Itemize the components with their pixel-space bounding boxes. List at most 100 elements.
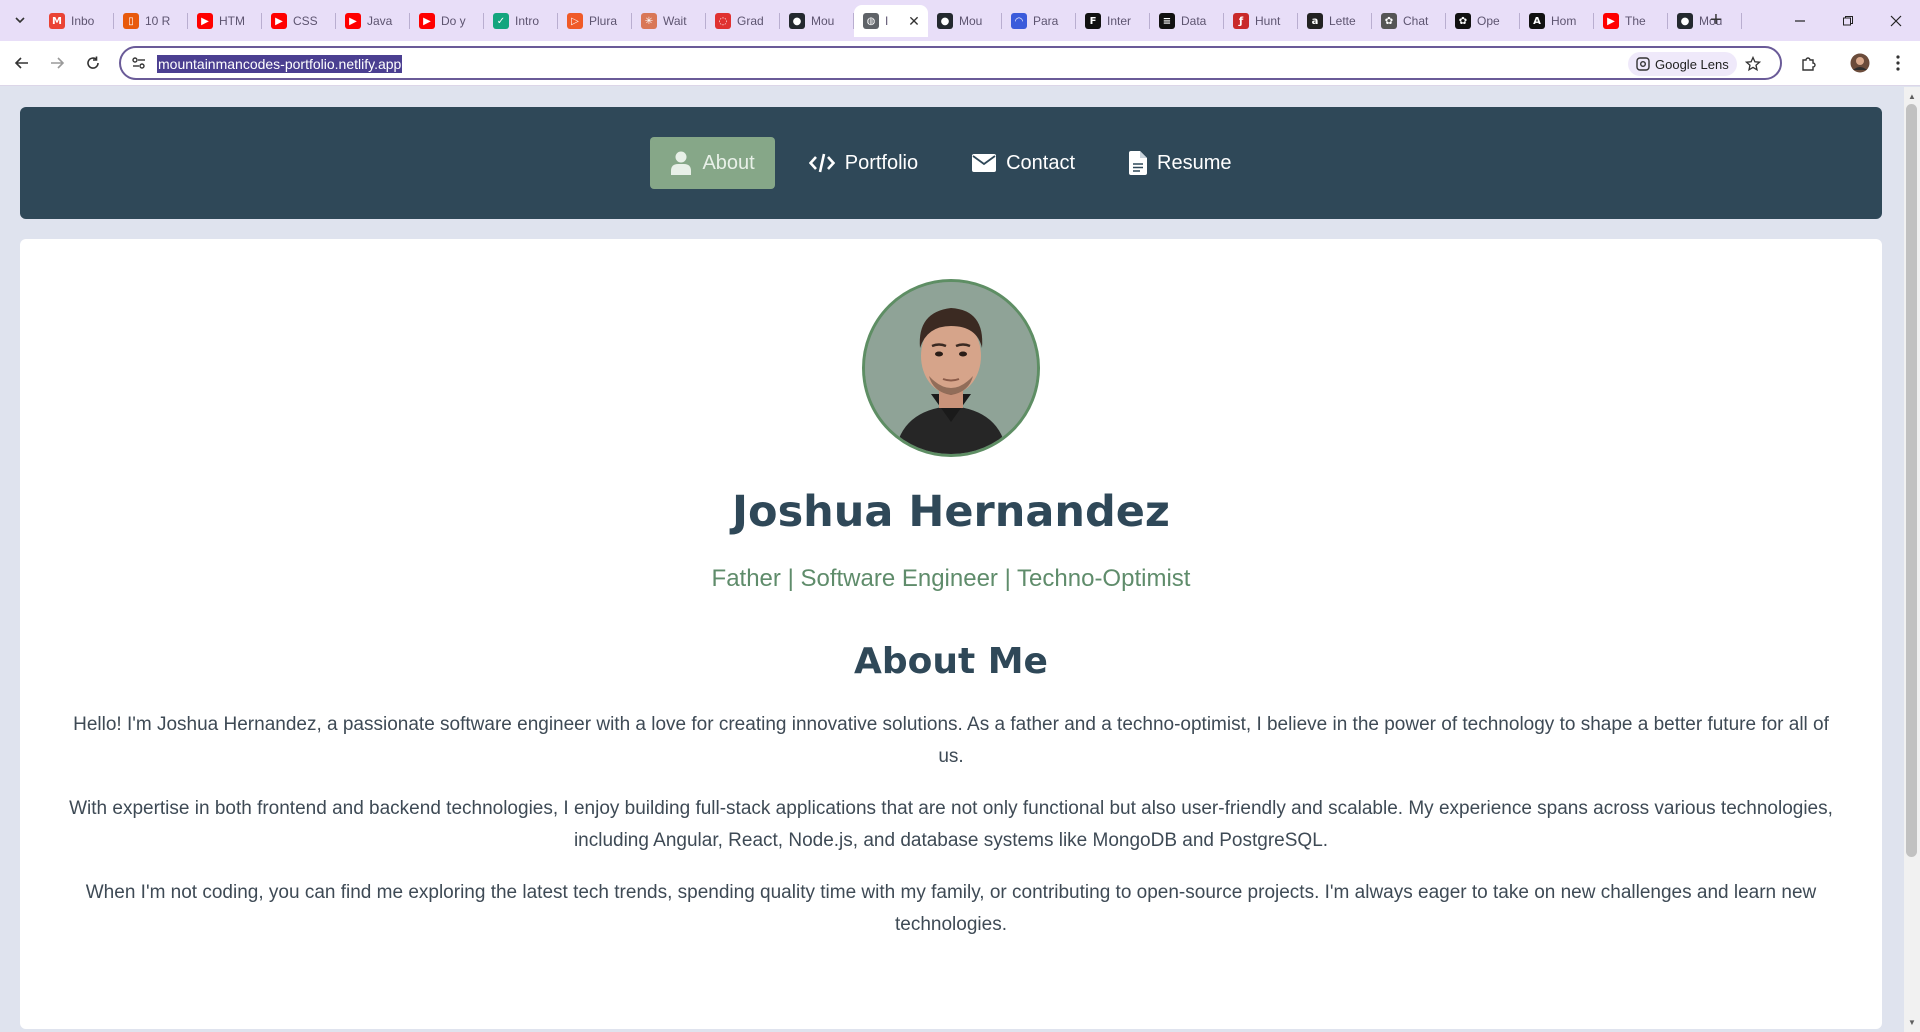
fx-icon: ƒ — [1233, 13, 1249, 29]
nav-item-label: Resume — [1157, 151, 1232, 174]
tab-title: Para — [1033, 14, 1059, 28]
back-button[interactable] — [8, 49, 36, 77]
bookmark-star-button[interactable] — [1741, 52, 1765, 76]
close-window-button[interactable] — [1872, 0, 1920, 41]
tab-title: Grad — [737, 14, 764, 28]
browser-tab[interactable]: ▶ HTM — [188, 5, 262, 37]
reload-icon — [87, 56, 99, 69]
puzzle-icon — [1802, 57, 1816, 71]
code-icon — [808, 153, 835, 173]
scroll-up-arrow[interactable]: ▲ — [1906, 90, 1918, 102]
nav-item-label: Contact — [1006, 151, 1076, 174]
star-icon — [1745, 56, 1761, 72]
browser-tab[interactable]: ✿ Chat — [1372, 5, 1446, 37]
arrow-right-icon — [51, 57, 65, 69]
browser-tab[interactable]: ▶ The — [1594, 5, 1668, 37]
anthropic-icon: A — [1529, 13, 1545, 29]
profile-button[interactable] — [1846, 49, 1874, 77]
profile-name: Joshua Hernandez — [732, 487, 1170, 537]
bookmark-icon: ▯ — [123, 13, 139, 29]
tab-title: Plura — [589, 14, 618, 28]
tab-list: M Inbo ▯ 10 R ▶ HTM ▶ CSS ▶ Java ▶ Do y ✓ Intro ▷ Plura… — [40, 5, 1742, 37]
browser-tab[interactable]: ✿ Ope — [1446, 5, 1520, 37]
page-viewport: About Portfolio Contact Resume Joshua He… — [0, 87, 1904, 1032]
browser-tab[interactable]: ◌ Grad — [706, 5, 780, 37]
user-icon — [671, 151, 692, 175]
browser-tab[interactable]: ▷ Plura — [558, 5, 632, 37]
tab-title: Wait — [663, 14, 687, 28]
browser-tab[interactable]: ◍ I ✕ — [854, 5, 928, 37]
youtube-icon: ▶ — [197, 13, 213, 29]
browser-tab[interactable]: ▶ Do y — [410, 5, 484, 37]
nav-item-label: Portfolio — [844, 151, 919, 174]
google-lens-button[interactable]: Google Lens — [1628, 52, 1737, 76]
restore-button[interactable] — [1824, 0, 1872, 41]
tab-title: Chat — [1403, 14, 1429, 28]
sparkle-icon: ✳ — [641, 13, 657, 29]
browser-tab[interactable]: ▯ 10 R — [114, 5, 188, 37]
browser-tab[interactable]: M Inbo — [40, 5, 114, 37]
nav-item-contact[interactable]: Contact — [952, 137, 1095, 189]
ring-icon: ◌ — [715, 13, 731, 29]
browser-tab[interactable]: ● Mou — [780, 5, 854, 37]
about-paragraph: When I'm not coding, you can find me exp… — [85, 882, 1817, 935]
kebab-menu-icon — [1896, 55, 1900, 71]
data-icon: ≡ — [1159, 13, 1175, 29]
github-icon: ● — [789, 13, 805, 29]
scrollbar-thumb[interactable] — [1906, 104, 1917, 857]
browser-menu-button[interactable] — [1884, 49, 1912, 77]
envelope-icon — [972, 154, 997, 172]
forward-button[interactable] — [43, 49, 71, 77]
new-tab-button[interactable]: + — [1704, 8, 1728, 32]
tab-search-button[interactable] — [8, 8, 32, 32]
browser-toolbar: mountainmancodes-portfolio.netlify.app G… — [0, 41, 1920, 86]
tab-title: Hunt — [1255, 14, 1281, 28]
openai-icon: ✿ — [1455, 13, 1471, 29]
tab-title: Inbo — [71, 14, 95, 28]
github-icon: ● — [937, 13, 953, 29]
tab-title: The — [1625, 14, 1646, 28]
tab-title: Mou — [959, 14, 983, 28]
address-bar[interactable]: mountainmancodes-portfolio.netlify.app G… — [119, 46, 1782, 80]
about-heading: About Me — [854, 641, 1048, 682]
arrow-left-icon — [14, 57, 28, 69]
browser-tab[interactable]: ◠ Para — [1002, 5, 1076, 37]
browser-tab[interactable]: ▶ Java — [336, 5, 410, 37]
site-navbar: About Portfolio Contact Resume — [20, 107, 1882, 219]
site-settings-icon[interactable] — [131, 55, 147, 71]
amazon-icon: a — [1307, 13, 1323, 29]
browser-tab[interactable]: F Inter — [1076, 5, 1150, 37]
reload-button[interactable] — [79, 49, 107, 77]
url-text[interactable]: mountainmancodes-portfolio.netlify.app — [157, 55, 403, 73]
minimize-button[interactable] — [1776, 0, 1824, 41]
tab-title: CSS — [293, 14, 318, 28]
browser-tab[interactable]: ● Mou — [928, 5, 1002, 37]
scroll-down-arrow[interactable]: ▼ — [1906, 1016, 1918, 1028]
tab-title: Data — [1181, 14, 1207, 28]
tab-title: Mou — [811, 14, 835, 28]
profile-photo — [862, 279, 1040, 457]
globe-icon: ◍ — [863, 13, 879, 29]
browser-tab[interactable]: a Lette — [1298, 5, 1372, 37]
browser-tab[interactable]: ƒ Hunt — [1224, 5, 1298, 37]
browser-tab[interactable]: ✳ Wait — [632, 5, 706, 37]
tab-title: Lette — [1329, 14, 1356, 28]
browser-tab[interactable]: ✓ Intro — [484, 5, 558, 37]
youtube-icon: ▶ — [1603, 13, 1619, 29]
browser-tab[interactable]: ≡ Data — [1150, 5, 1224, 37]
nav-item-about[interactable]: About — [650, 137, 775, 189]
restore-icon — [1843, 15, 1853, 25]
tab-title: Intro — [515, 14, 540, 28]
tab-title: I — [885, 14, 889, 28]
youtube-icon: ▶ — [419, 13, 435, 29]
if-icon: F — [1085, 13, 1101, 29]
browser-tab[interactable]: A Hom — [1520, 5, 1594, 37]
close-tab-icon[interactable]: ✕ — [906, 13, 922, 29]
minimize-icon — [1795, 19, 1805, 22]
avatar-icon — [1850, 53, 1870, 73]
nav-item-resume[interactable]: Resume — [1109, 137, 1251, 189]
extensions-button[interactable] — [1795, 49, 1823, 77]
browser-tab[interactable]: ▶ CSS — [262, 5, 336, 37]
nav-item-portfolio[interactable]: Portfolio — [789, 137, 938, 189]
window-controls — [1776, 0, 1920, 41]
